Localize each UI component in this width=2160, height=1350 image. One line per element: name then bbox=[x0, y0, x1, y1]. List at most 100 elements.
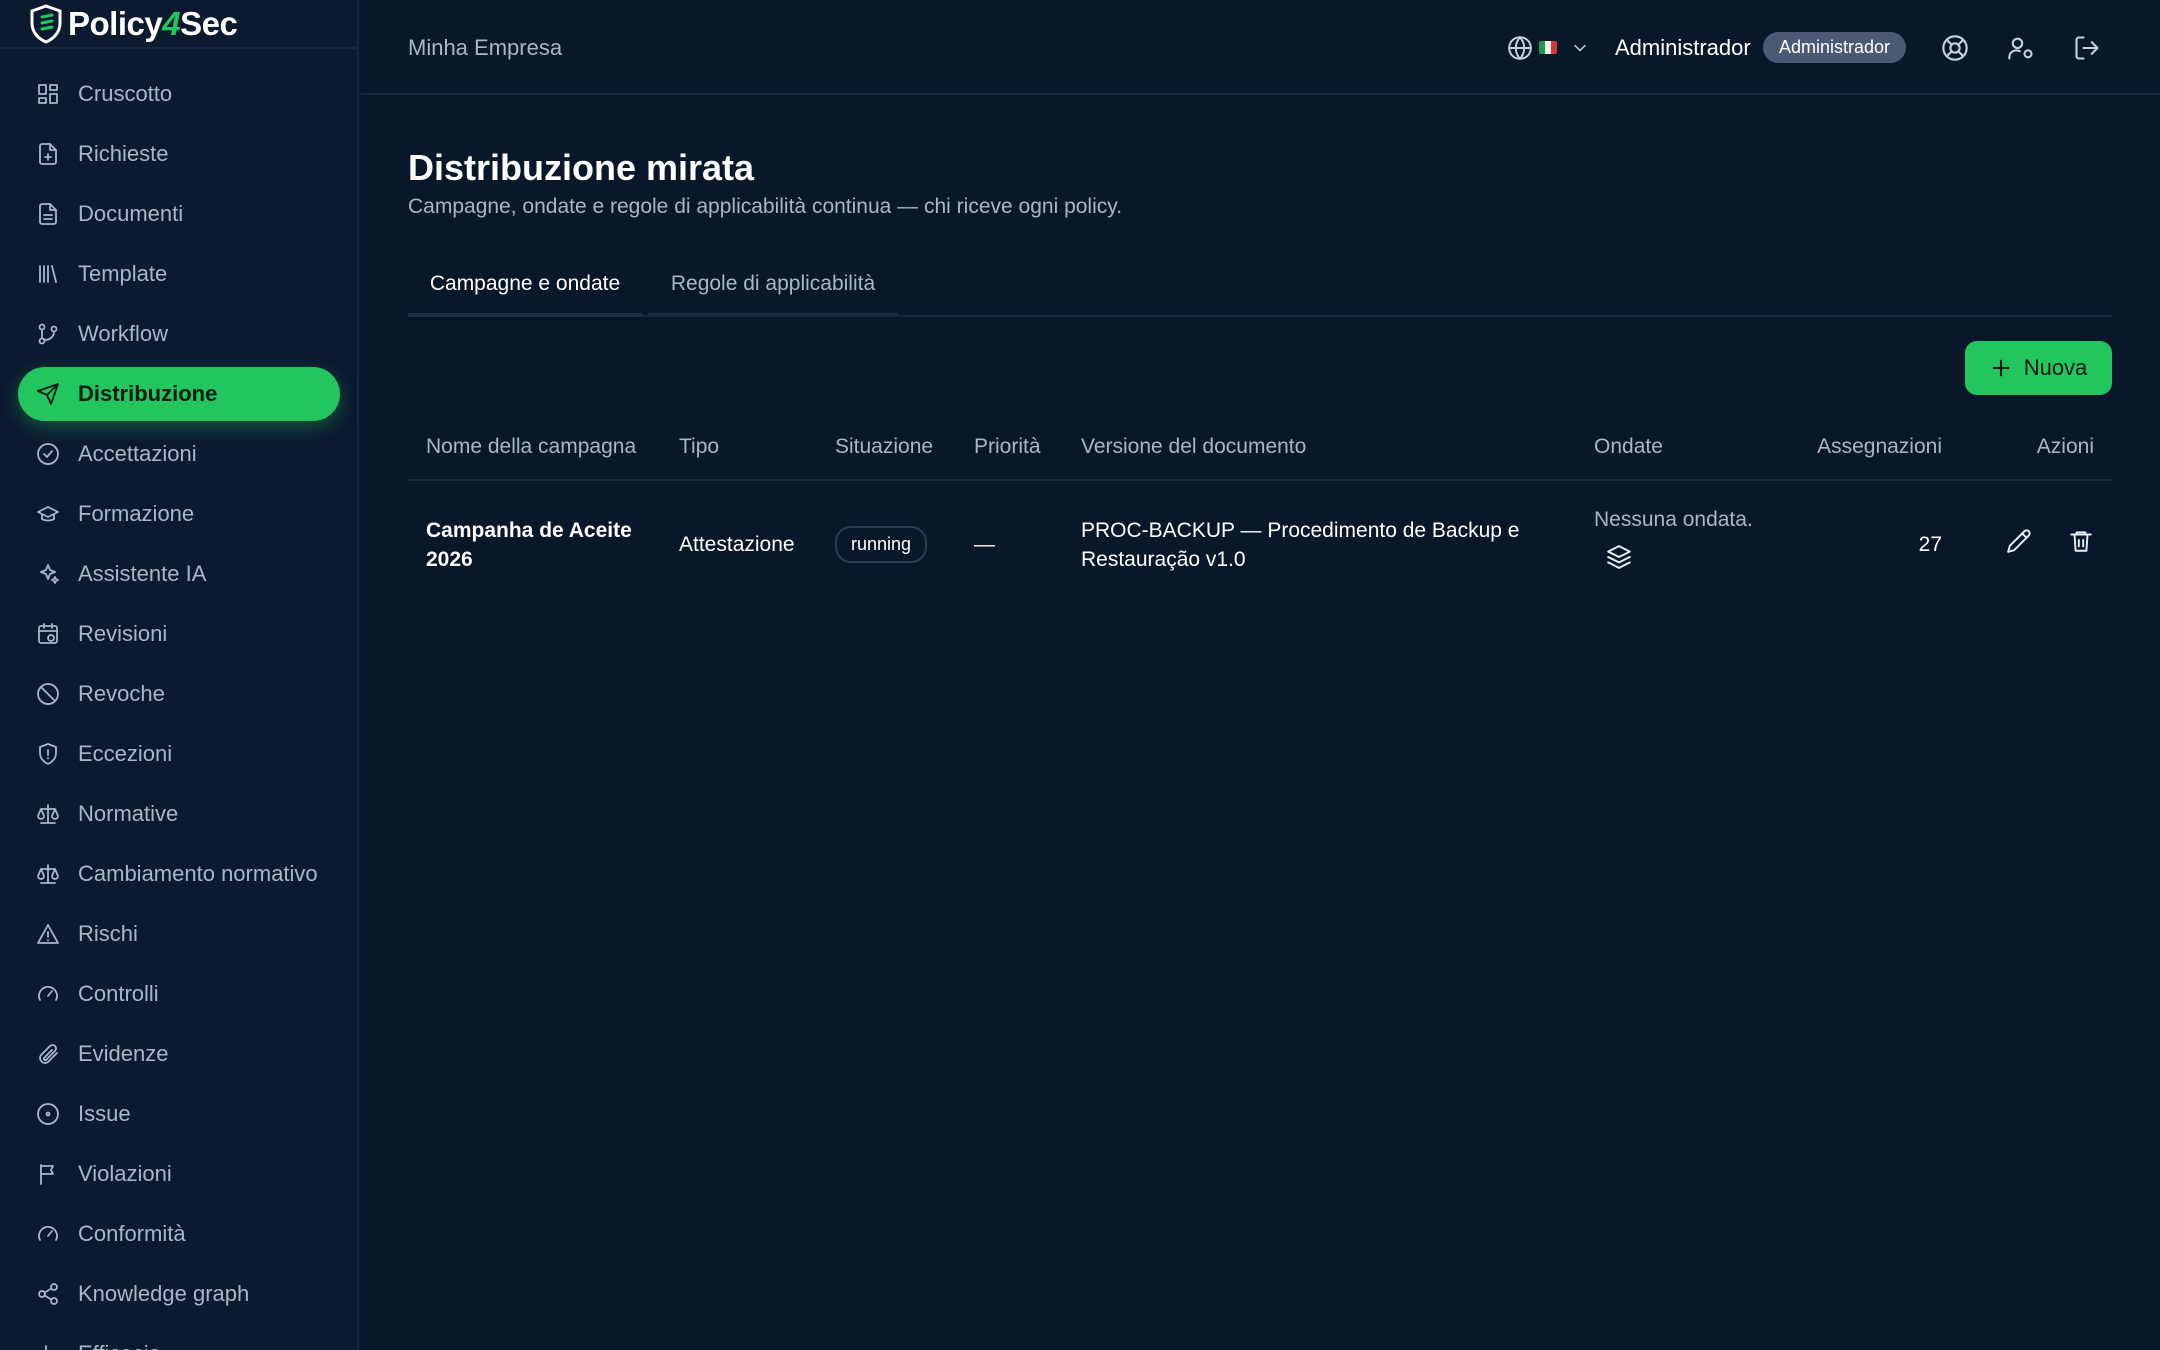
sidebar-item-richieste[interactable]: Richieste bbox=[18, 127, 340, 181]
sidebar-item-label: Workflow bbox=[78, 321, 169, 346]
paperclip-icon bbox=[36, 1042, 60, 1066]
sidebar-item-label: Rischi bbox=[78, 921, 138, 946]
table-row[interactable]: Campanha de Aceite 2026 Attestazione run… bbox=[408, 480, 2112, 608]
campaigns-table: Nome della campagna Tipo Situazione Prio… bbox=[408, 415, 2112, 608]
chevron-down-icon[interactable] bbox=[1570, 38, 1590, 63]
sidebar-item-revoche[interactable]: Revoche bbox=[18, 667, 340, 721]
share-icon bbox=[36, 1282, 60, 1306]
sidebar-item-label: Efficacia bbox=[78, 1341, 161, 1350]
column-header-waves[interactable]: Ondate bbox=[1576, 415, 1792, 481]
user-settings-icon[interactable] bbox=[2007, 34, 2035, 67]
sidebar-item-documenti[interactable]: Documenti bbox=[18, 187, 340, 241]
sidebar-item-template[interactable]: Template bbox=[18, 247, 340, 301]
gauge-icon bbox=[36, 1222, 60, 1246]
sidebar-item-label: Assistente IA bbox=[78, 561, 207, 586]
tab-campaigns[interactable]: Campagne e ondate bbox=[408, 255, 642, 317]
language-flag[interactable] bbox=[1539, 41, 1557, 54]
sidebar-item-rischi[interactable]: Rischi bbox=[18, 907, 340, 961]
user-name: Administrador bbox=[1615, 35, 1751, 60]
campaign-doc-version: PROC-BACKUP — Procedimento de Backup e R… bbox=[1081, 518, 1520, 571]
column-header-doc-version[interactable]: Versione del documento bbox=[1063, 415, 1576, 481]
sidebar-item-label: Knowledge graph bbox=[78, 1281, 250, 1306]
sidebar-item-label: Accettazioni bbox=[78, 441, 197, 466]
sidebar-item-knowledge-graph[interactable]: Knowledge graph bbox=[18, 1267, 340, 1321]
sidebar-item-cambiamento-normativo[interactable]: Cambiamento normativo bbox=[18, 847, 340, 901]
sidebar-item-workflow[interactable]: Workflow bbox=[18, 307, 340, 361]
gauge-icon bbox=[36, 982, 60, 1006]
table-header-row: Nome della campagna Tipo Situazione Prio… bbox=[408, 415, 2112, 481]
sidebar-item-issue[interactable]: Issue bbox=[18, 1087, 340, 1141]
campaign-waves-cell: Nessuna ondata. bbox=[1576, 480, 1792, 608]
layers-icon[interactable] bbox=[1606, 544, 1632, 578]
sidebar-item-eccezioni[interactable]: Eccezioni bbox=[18, 727, 340, 781]
role-badge: Administrador bbox=[1763, 32, 1907, 63]
plus-icon bbox=[1992, 359, 2010, 377]
edit-icon[interactable] bbox=[2006, 528, 2032, 562]
flag-icon bbox=[36, 1162, 60, 1186]
sidebar-item-label: Controlli bbox=[78, 981, 159, 1006]
scale-icon bbox=[36, 802, 60, 826]
tab-applicability-rules[interactable]: Regole di applicabilità bbox=[648, 255, 898, 317]
brand-logo[interactable]: Policy4Sec bbox=[0, 0, 357, 49]
delete-icon[interactable] bbox=[2068, 528, 2094, 562]
sidebar-item-cruscotto[interactable]: Cruscotto bbox=[18, 67, 340, 121]
column-header-status[interactable]: Situazione bbox=[817, 415, 956, 481]
sidebar-item-accettazioni[interactable]: Accettazioni bbox=[18, 427, 340, 481]
column-header-name[interactable]: Nome della campagna bbox=[408, 415, 661, 481]
sidebar-item-label: Evidenze bbox=[78, 1041, 169, 1066]
sidebar-item-label: Distribuzione bbox=[78, 381, 218, 406]
circle-dot-icon bbox=[36, 1102, 60, 1126]
shield-alert-icon bbox=[36, 742, 60, 766]
check-circle-icon bbox=[36, 442, 60, 466]
sidebar-item-label: Revoche bbox=[78, 681, 165, 706]
ban-icon bbox=[36, 682, 60, 706]
sidebar-item-label: Cruscotto bbox=[78, 81, 173, 106]
sidebar-item-conformita[interactable]: Conformità bbox=[18, 1207, 340, 1261]
row-actions bbox=[1942, 480, 2112, 608]
page-subtitle: Campagne, ondate e regole di applicabili… bbox=[408, 195, 1123, 218]
sidebar-item-label: Issue bbox=[78, 1101, 131, 1126]
chart-icon bbox=[36, 1342, 60, 1350]
logout-icon[interactable] bbox=[2073, 34, 2101, 67]
campaign-assignments: 27 bbox=[1918, 533, 1942, 556]
sidebar-item-efficacia[interactable]: Efficacia bbox=[18, 1327, 340, 1350]
file-plus-icon bbox=[36, 142, 60, 166]
status-badge: running bbox=[835, 526, 928, 563]
sidebar-item-revisioni[interactable]: Revisioni bbox=[18, 607, 340, 661]
sidebar-item-label: Template bbox=[78, 261, 168, 286]
shield-logo-icon bbox=[30, 3, 62, 44]
waves-empty-text: Nessuna ondata. bbox=[1594, 508, 1753, 531]
campaign-name[interactable]: Campanha de Aceite 2026 bbox=[408, 480, 661, 608]
sidebar-item-formazione[interactable]: Formazione bbox=[18, 487, 340, 541]
campaign-priority: — bbox=[974, 533, 995, 556]
send-icon bbox=[36, 382, 60, 406]
sidebar-item-distribuzione[interactable]: Distribuzione bbox=[18, 367, 340, 421]
sidebar-item-assistente-ia[interactable]: Assistente IA bbox=[18, 547, 340, 601]
column-header-type[interactable]: Tipo bbox=[661, 415, 817, 481]
top-header: Minha Empresa Administrador Administrado… bbox=[361, 0, 2160, 95]
sidebar-item-label: Eccezioni bbox=[78, 741, 173, 766]
sidebar-item-violazioni[interactable]: Violazioni bbox=[18, 1147, 340, 1201]
brand-name: Policy4Sec bbox=[68, 4, 238, 42]
sidebar-item-normative[interactable]: Normative bbox=[18, 787, 340, 841]
git-branch-icon bbox=[36, 322, 60, 346]
sidebar-item-label: Revisioni bbox=[78, 621, 168, 646]
new-button-label: Nuova bbox=[2023, 355, 2088, 380]
help-icon[interactable] bbox=[1941, 34, 1969, 67]
column-header-assignments[interactable]: Assegnazioni bbox=[1792, 415, 1942, 481]
sidebar-item-label: Richieste bbox=[78, 141, 169, 166]
sidebar-item-label: Formazione bbox=[78, 501, 195, 526]
new-campaign-button[interactable]: Nuova bbox=[1965, 341, 2112, 395]
sidebar-item-label: Conformità bbox=[78, 1221, 186, 1246]
column-header-priority[interactable]: Priorità bbox=[956, 415, 1063, 481]
sidebar-item-label: Documenti bbox=[78, 201, 184, 226]
sparkles-icon bbox=[36, 562, 60, 586]
sidebar-item-label: Cambiamento normativo bbox=[78, 861, 318, 886]
library-icon bbox=[36, 262, 60, 286]
page-title: Distribuzione mirata bbox=[408, 147, 755, 188]
dashboard-icon bbox=[36, 82, 60, 106]
sidebar-item-controlli[interactable]: Controlli bbox=[18, 967, 340, 1021]
scale-icon bbox=[36, 862, 60, 886]
sidebar-item-evidenze[interactable]: Evidenze bbox=[18, 1027, 340, 1081]
globe-icon[interactable] bbox=[1507, 35, 1533, 66]
